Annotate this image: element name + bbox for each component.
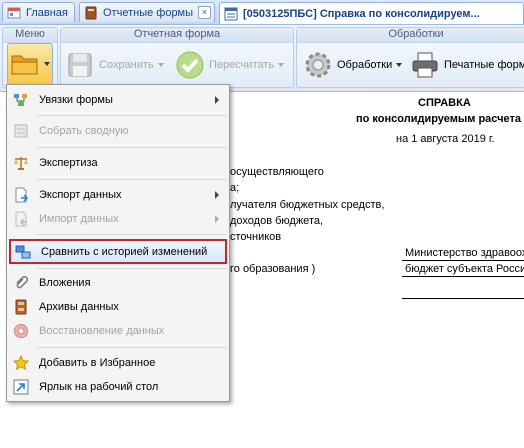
home-icon (7, 7, 21, 18)
menu-separator (37, 179, 227, 180)
menu-separator (37, 268, 227, 269)
menu-item-label: Ярлык на рабочий стол (39, 381, 159, 393)
close-icon[interactable]: × (198, 6, 211, 19)
menu-item-data-archives[interactable]: Архивы данных (7, 296, 229, 318)
lifebuoy-icon (14, 324, 28, 338)
menu-item-collect-summary[interactable]: Собрать сводную (7, 120, 229, 142)
menu-item-import-data[interactable]: Импорт данных (7, 208, 229, 230)
menu-item-label: Добавить в Избранное (39, 357, 156, 369)
main-menu-dropdown: Увязки формы Собрать сводную Экспертиза … (6, 84, 230, 402)
processing-label: Обработки (337, 59, 393, 71)
ribbon-toolbar: Меню Отчетная форма Сохранить Пересчитат… (0, 25, 524, 92)
menu-item-label: Экспорт данных (39, 189, 122, 201)
field-underline (402, 276, 524, 277)
menu-separator (37, 347, 227, 348)
submenu-arrow-icon (215, 96, 219, 104)
tab-report-forms[interactable]: Отчетные формы × (79, 2, 215, 22)
printer-icon (412, 52, 438, 78)
chevron-down-icon (157, 63, 164, 67)
floppy-disk-icon (68, 53, 92, 77)
menu-item-form-links[interactable]: Увязки формы (7, 89, 229, 111)
tab-home[interactable]: Главная (2, 2, 75, 22)
tab-home-label: Главная (26, 6, 68, 19)
paperclip-icon (16, 275, 29, 289)
menu-separator (37, 115, 227, 116)
checkmark-icon (176, 51, 204, 79)
tab-bar: Главная Отчетные формы × [0503125ПБС] Сп… (0, 0, 524, 25)
budget-field: бюджет субъекта Россиі (405, 263, 524, 275)
document-line: доходов бюджета, (230, 215, 324, 227)
tab-form-label: [0503125ПБС] Справка по консолидируем... (243, 7, 480, 20)
menu-item-compare-history[interactable]: Сравнить с историей изменений (9, 239, 227, 264)
menu-item-label: Сравнить с историей изменений (41, 245, 208, 258)
form-icon (224, 7, 238, 20)
compare-icon (15, 245, 31, 259)
export-icon (15, 187, 29, 203)
chevron-down-icon (44, 62, 50, 66)
ministry-field: Министерство здравоохр (405, 247, 524, 259)
document-line: осуществляющего (230, 166, 324, 178)
star-icon (13, 355, 29, 371)
chevron-down-icon (396, 63, 403, 67)
menu-item-attachments[interactable]: Вложения (7, 272, 229, 294)
menu-item-export-data[interactable]: Экспорт данных (7, 184, 229, 206)
collect-icon (14, 124, 28, 138)
document-heading: СПРАВКА (418, 97, 471, 109)
archive-icon (15, 299, 27, 315)
recalculate-label: Пересчитать (209, 59, 275, 71)
tab-report-forms-label: Отчетные формы (103, 6, 194, 19)
tab-form-0503125[interactable]: [0503125ПБС] Справка по консолидируем... (219, 2, 524, 24)
menu-separator (37, 147, 227, 148)
recalculate-button[interactable]: Пересчитать (175, 46, 285, 84)
menu-item-label: Импорт данных (39, 213, 119, 225)
processing-button[interactable]: Обработки (303, 46, 403, 84)
menu-item-add-favorites[interactable]: Добавить в Избранное (7, 352, 229, 374)
menu-item-label: Увязки формы (39, 94, 113, 106)
document-line: го образования ) (230, 263, 316, 275)
menu-item-label: Восстановление данных (39, 325, 165, 337)
document-line: лучателя бюджетных средств, (230, 199, 385, 211)
processing-group: Обработки Обработки Печатные форм (296, 27, 524, 88)
folder-icon (11, 55, 38, 75)
field-underline (402, 260, 524, 261)
book-icon (85, 6, 97, 19)
gear-icon (305, 52, 331, 78)
chevron-down-icon (278, 63, 285, 67)
menu-item-label: Архивы данных (39, 301, 119, 313)
save-label: Сохранить (99, 59, 154, 71)
field-underline (402, 298, 524, 299)
document-line: сточников (230, 231, 282, 243)
submenu-arrow-icon (215, 215, 219, 223)
report-form-group: Отчетная форма Сохранить Пересчитать (60, 27, 294, 88)
menu-item-desktop-shortcut[interactable]: Ярлык на рабочий стол (7, 376, 229, 398)
scales-icon (14, 157, 28, 170)
menu-group: Меню (2, 27, 58, 88)
import-icon (15, 211, 27, 227)
processing-group-title: Обработки (297, 28, 524, 43)
document-date-line: на 1 августа 2019 г. (396, 133, 495, 145)
menu-item-label: Собрать сводную (39, 125, 129, 137)
menu-group-title: Меню (3, 28, 57, 43)
save-button[interactable]: Сохранить (67, 46, 164, 84)
shortcut-icon (13, 379, 29, 395)
menu-item-restore-data[interactable]: Восстановление данных (7, 320, 229, 342)
report-form-group-title: Отчетная форма (61, 28, 293, 43)
links-icon (14, 94, 27, 106)
submenu-arrow-icon (215, 191, 219, 199)
document-line: а; (230, 182, 240, 194)
print-forms-button[interactable]: Печатные форм (411, 46, 524, 84)
menu-button[interactable] (7, 43, 53, 85)
menu-item-expertise[interactable]: Экспертиза (7, 152, 229, 174)
document-subheading: по консолидируемым расчета (356, 113, 521, 125)
menu-item-label: Экспертиза (39, 157, 98, 169)
menu-separator (37, 234, 227, 235)
print-forms-label: Печатные форм (444, 59, 524, 71)
menu-item-label: Вложения (39, 277, 91, 289)
